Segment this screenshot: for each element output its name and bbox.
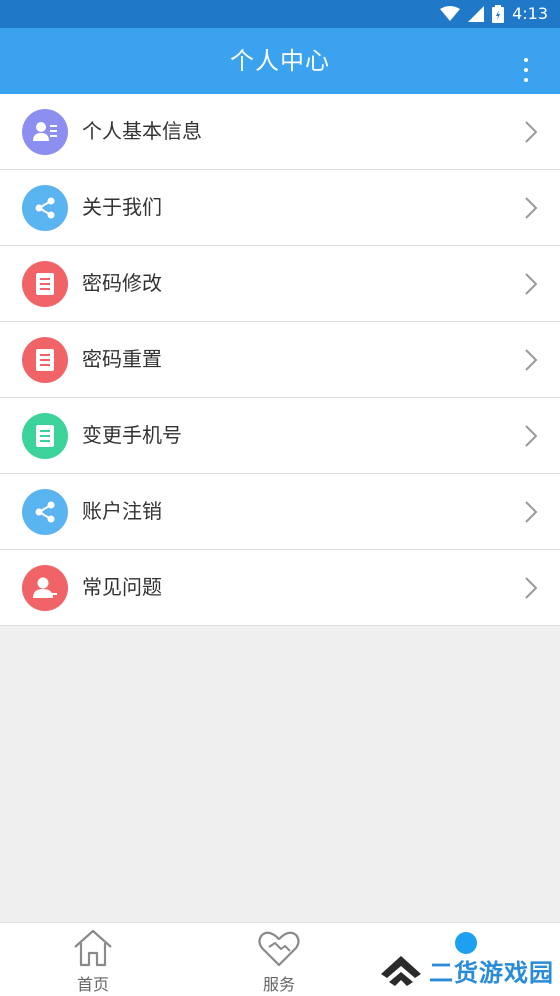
menu-item-faq[interactable]: 常见问题 xyxy=(0,550,560,625)
more-dot xyxy=(524,78,528,82)
document-icon xyxy=(22,337,68,383)
menu-item-label: 密码修改 xyxy=(82,271,162,295)
menu-item-label: 个人基本信息 xyxy=(82,119,202,143)
handshake-heart-icon xyxy=(258,931,300,967)
share-icon xyxy=(22,185,68,231)
more-dot xyxy=(524,68,528,72)
menu-list: 个人基本信息 关于我们 密码修改 密码重置 变更手机号 账户注销 常见问题 xyxy=(0,94,560,626)
cell-signal-icon xyxy=(468,6,485,22)
user-card-icon xyxy=(22,109,68,155)
chevron-right-icon xyxy=(525,577,538,599)
more-options-button[interactable] xyxy=(522,58,530,82)
menu-item-change-phone[interactable]: 变更手机号 xyxy=(0,398,560,474)
chevron-right-icon xyxy=(525,425,538,447)
nav-tab-home[interactable]: 首页 xyxy=(43,923,143,996)
user-icon xyxy=(22,565,68,611)
wifi-icon xyxy=(440,6,461,21)
menu-item-about-us[interactable]: 关于我们 xyxy=(0,170,560,246)
menu-item-label: 常见问题 xyxy=(82,575,162,599)
watermark-text: 二货游戏园 xyxy=(429,958,554,987)
document-icon xyxy=(22,261,68,307)
status-icons: 4:13 xyxy=(440,4,548,24)
menu-item-label: 账户注销 xyxy=(82,499,162,523)
home-icon xyxy=(74,929,112,967)
menu-item-label: 变更手机号 xyxy=(82,423,182,447)
chevron-right-icon xyxy=(525,501,538,523)
nav-label: 服务 xyxy=(262,975,295,994)
menu-item-basic-info[interactable]: 个人基本信息 xyxy=(0,94,560,170)
watermark-logo-icon xyxy=(381,956,421,986)
menu-item-account-cancel[interactable]: 账户注销 xyxy=(0,474,560,550)
chevron-right-icon xyxy=(525,197,538,219)
nav-tab-services[interactable]: 服务 xyxy=(229,923,329,996)
menu-item-password-change[interactable]: 密码修改 xyxy=(0,246,560,322)
chevron-right-icon xyxy=(525,121,538,143)
menu-item-label: 密码重置 xyxy=(82,347,162,371)
share-icon xyxy=(22,489,68,535)
document-icon xyxy=(22,413,68,459)
menu-item-password-reset[interactable]: 密码重置 xyxy=(0,322,560,398)
nav-label: 首页 xyxy=(76,975,109,994)
status-bar: 4:13 xyxy=(0,0,560,28)
chevron-right-icon xyxy=(525,273,538,295)
battery-icon xyxy=(492,5,505,23)
watermark: 二货游戏园 xyxy=(379,950,554,990)
page-title: 个人中心 xyxy=(230,47,330,75)
chevron-right-icon xyxy=(525,349,538,371)
clock: 4:13 xyxy=(512,4,548,23)
app-bar: 个人中心 xyxy=(0,28,560,94)
menu-item-label: 关于我们 xyxy=(82,195,162,219)
more-dot xyxy=(524,58,528,62)
